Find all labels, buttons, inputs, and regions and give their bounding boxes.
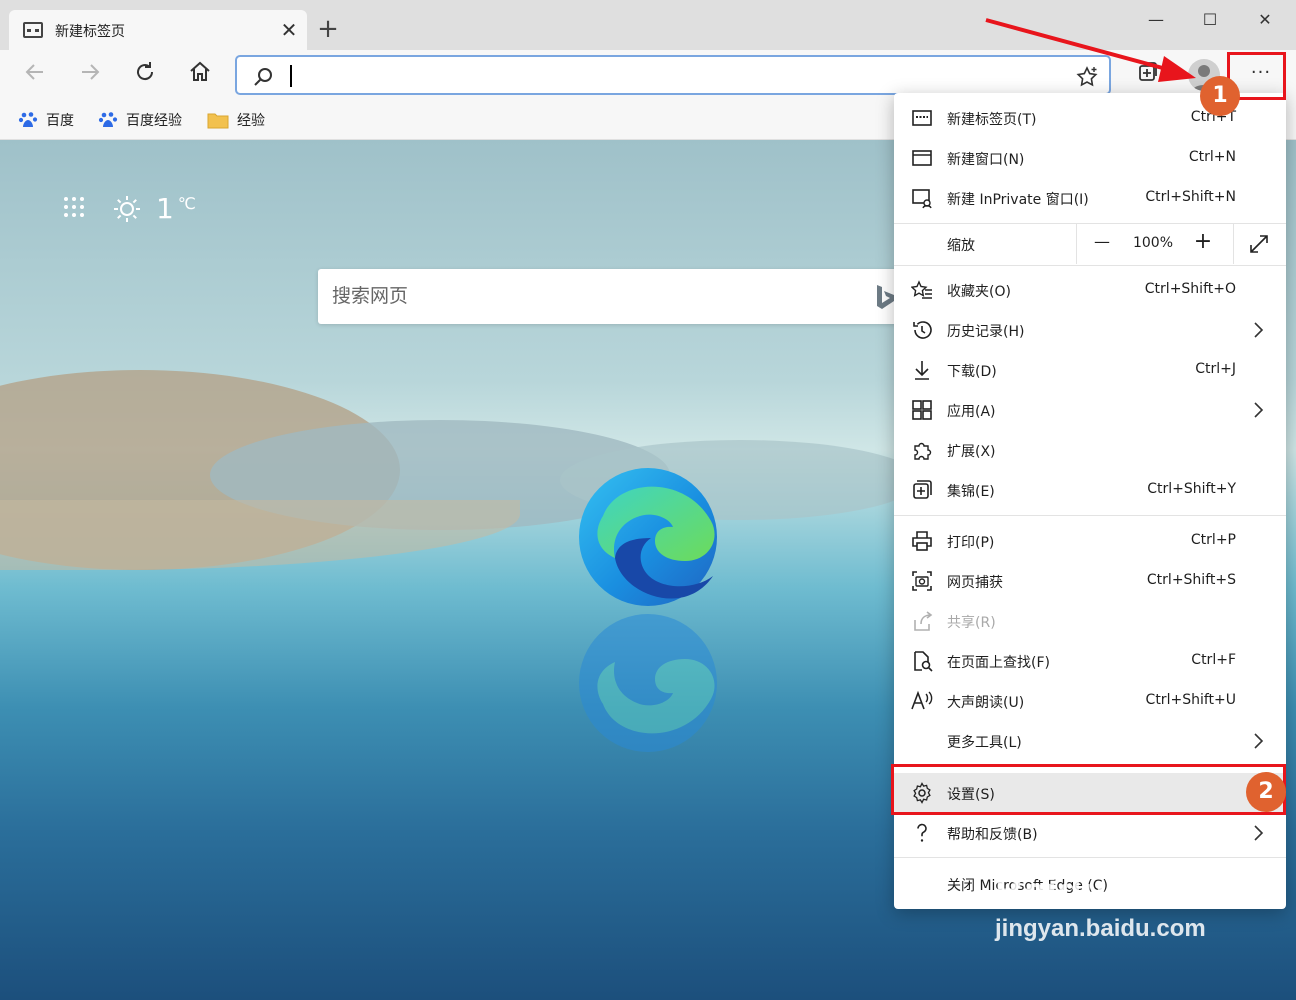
annotation-arrow bbox=[985, 18, 1196, 82]
baidu-watermark: Baidu 经验 jingyan.baidu.com bbox=[995, 870, 1206, 944]
watermark-url: jingyan.baidu.com bbox=[995, 915, 1206, 942]
step-badge-2: 2 bbox=[1246, 772, 1286, 812]
watermark-brand: Baidu 经验 bbox=[995, 870, 1198, 914]
highlight-box-settings bbox=[891, 764, 1286, 815]
step-badge-1: 1 bbox=[1200, 76, 1240, 116]
